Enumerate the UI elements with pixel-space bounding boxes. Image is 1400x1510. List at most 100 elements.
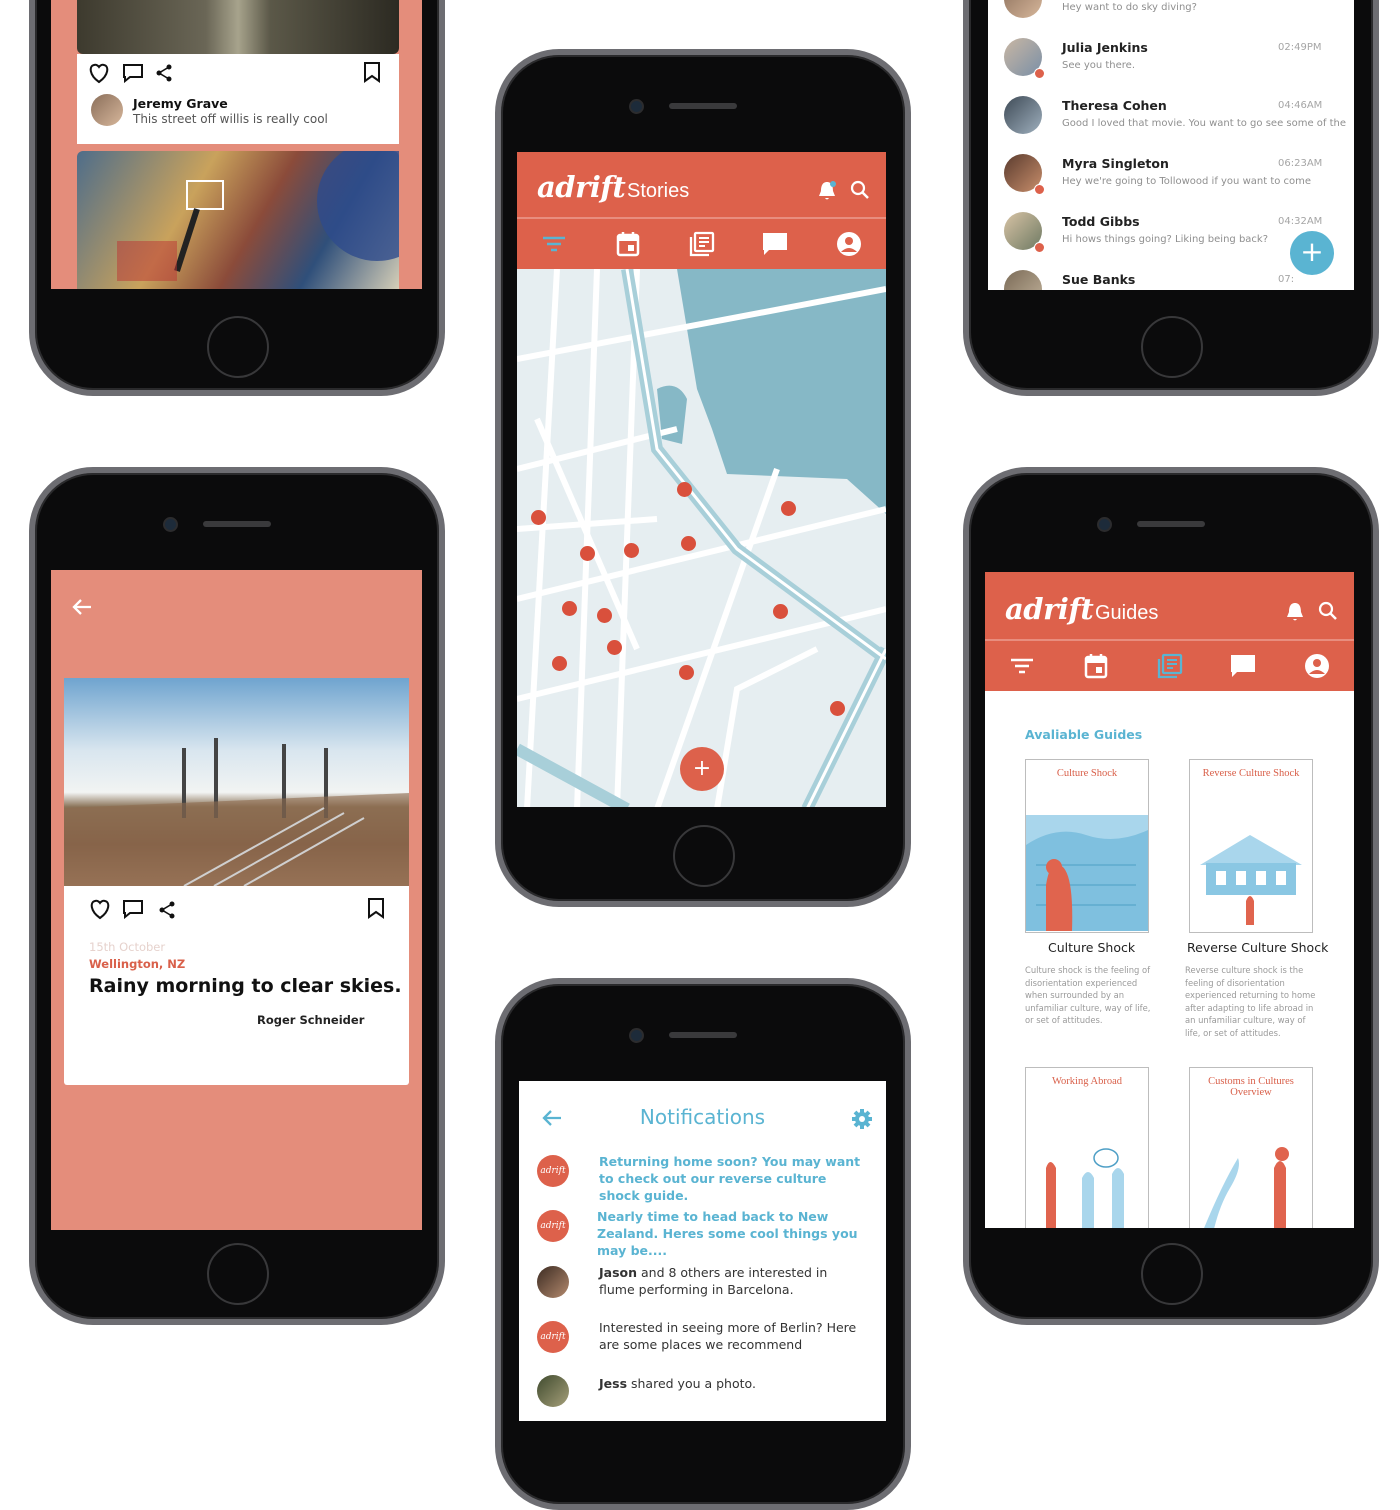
notification-item[interactable]: Jason and 8 others are interested in flu… — [519, 1262, 886, 1312]
comment-icon[interactable] — [122, 899, 144, 919]
tab-filter[interactable] — [999, 641, 1044, 691]
map-pin[interactable] — [830, 701, 845, 716]
feed-user-name[interactable]: Jeremy Grave — [133, 96, 228, 111]
bookmark-icon[interactable] — [367, 897, 385, 919]
phone-stories: adrift Stories + — [495, 49, 911, 907]
map-pin[interactable] — [531, 510, 546, 525]
gear-icon[interactable] — [851, 1108, 873, 1130]
message-name: Theresa Cohen — [1062, 98, 1167, 113]
guide-description: Reverse culture shock is the feeling of … — [1185, 965, 1316, 1038]
speaker — [203, 521, 271, 527]
tab-calendar[interactable] — [605, 219, 650, 269]
map-pin[interactable] — [597, 608, 612, 623]
bell-icon[interactable] — [817, 180, 837, 202]
comment-icon[interactable] — [122, 63, 144, 83]
avatar — [537, 1266, 569, 1298]
back-arrow-icon[interactable] — [71, 598, 93, 616]
feed-photo-mural[interactable] — [77, 151, 399, 289]
speaker — [669, 103, 737, 109]
customs-illustration — [1204, 1147, 1289, 1228]
avatar — [1004, 96, 1042, 134]
guide-card[interactable]: Reverse Culture Shock — [1189, 759, 1313, 933]
post-photo[interactable] — [64, 678, 409, 886]
calendar-icon — [1084, 654, 1107, 679]
map-pin[interactable] — [607, 640, 622, 655]
page-title: Guides — [1095, 602, 1159, 624]
home-button[interactable] — [1141, 316, 1203, 378]
message-time: 02:49PM — [1278, 42, 1322, 53]
tab-guides[interactable] — [1147, 641, 1192, 691]
notification-item[interactable]: adrift Returning home soon? You may want… — [519, 1151, 886, 1203]
notification-item[interactable]: adrift Nearly time to head back to New Z… — [519, 1206, 886, 1258]
notification-text: Returning home soon? You may want to che… — [599, 1154, 861, 1203]
map[interactable] — [517, 269, 886, 807]
message-row[interactable]: Theresa Cohen 04:46AM Good I loved that … — [988, 94, 1354, 152]
add-story-fab[interactable]: + — [680, 747, 724, 791]
heart-icon[interactable] — [88, 898, 112, 920]
home-button[interactable] — [207, 316, 269, 378]
tab-profile[interactable] — [826, 219, 871, 269]
map-pin[interactable] — [580, 546, 595, 561]
home-button[interactable] — [207, 1243, 269, 1305]
map-pin[interactable] — [781, 501, 796, 516]
notification-body: shared you a photo. — [627, 1376, 756, 1391]
app-header: adrift Guides — [985, 572, 1354, 639]
message-row[interactable]: Julia Jenkins 02:49PM See you there. — [988, 36, 1354, 94]
filter-icon — [542, 236, 565, 252]
tab-guides[interactable] — [679, 219, 724, 269]
message-time: 04:46AM — [1278, 100, 1323, 111]
map-pin[interactable] — [677, 482, 692, 497]
guide-card[interactable]: Working Abroad — [1025, 1067, 1149, 1228]
speaker — [669, 1032, 737, 1038]
notification-text: Interested in seeing more of Berlin? Her… — [599, 1320, 857, 1352]
guide-name[interactable]: Culture Shock — [1048, 940, 1135, 955]
camera — [629, 99, 644, 114]
feed-actions: Jeremy Grave This street off willis is r… — [77, 54, 399, 144]
guide-cover-title: Working Abroad — [1051, 1076, 1123, 1087]
tab-filter[interactable] — [531, 219, 576, 269]
home-button[interactable] — [1141, 1243, 1203, 1305]
search-icon[interactable] — [850, 180, 870, 200]
message-time: 06:23AM — [1278, 158, 1323, 169]
phone-messages: Hey want to do sky diving? Julia Jenkins… — [963, 0, 1379, 396]
app-logo[interactable]: adrift — [1005, 592, 1094, 626]
app-logo[interactable]: adrift — [537, 170, 626, 204]
map-pin[interactable] — [679, 665, 694, 680]
post-title: Rainy morning to clear skies. — [89, 975, 402, 997]
guide-card[interactable]: Culture Shock — [1025, 759, 1149, 933]
share-icon[interactable] — [155, 64, 173, 82]
tab-profile[interactable] — [1294, 641, 1339, 691]
guide-cover-title: Reverse Culture Shock — [1202, 768, 1300, 779]
guides-icon — [689, 231, 714, 257]
share-icon[interactable] — [158, 901, 176, 919]
working-abroad-illustration — [1046, 1148, 1124, 1228]
guide-card[interactable]: Customs in Cultures Overview — [1189, 1067, 1313, 1228]
map-pin[interactable] — [562, 601, 577, 616]
new-message-fab[interactable]: + — [1290, 231, 1334, 275]
home-button[interactable] — [673, 825, 735, 887]
map-pin[interactable] — [773, 604, 788, 619]
notification-item[interactable]: Jess shared you a photo. — [519, 1373, 886, 1419]
message-row[interactable]: Myra Singleton 06:23AM Hey we're going t… — [988, 152, 1354, 210]
bell-icon[interactable] — [1285, 601, 1305, 623]
notification-actor[interactable]: Jess — [599, 1376, 627, 1391]
message-name: Julia Jenkins — [1062, 40, 1148, 55]
tab-messages[interactable] — [752, 219, 797, 269]
tab-calendar[interactable] — [1073, 641, 1118, 691]
tab-messages[interactable] — [1220, 641, 1265, 691]
map-pin[interactable] — [624, 543, 639, 558]
bookmark-icon[interactable] — [363, 61, 381, 83]
guide-name[interactable]: Reverse Culture Shock — [1187, 940, 1328, 955]
notification-text: Nearly time to head back to New Zealand.… — [597, 1209, 858, 1258]
avatar[interactable] — [91, 94, 123, 126]
heart-icon[interactable] — [87, 62, 111, 84]
notification-item[interactable]: adrift Interested in seeing more of Berl… — [519, 1317, 886, 1367]
notification-actor[interactable]: Jason — [599, 1265, 637, 1280]
camera — [163, 517, 178, 532]
avatar[interactable] — [1004, 0, 1042, 18]
post-location[interactable]: Wellington, NZ — [89, 957, 185, 971]
post-author[interactable]: Roger Schneider — [257, 1013, 364, 1027]
map-pin[interactable] — [552, 656, 567, 671]
map-pin[interactable] — [681, 536, 696, 551]
search-icon[interactable] — [1318, 601, 1338, 621]
